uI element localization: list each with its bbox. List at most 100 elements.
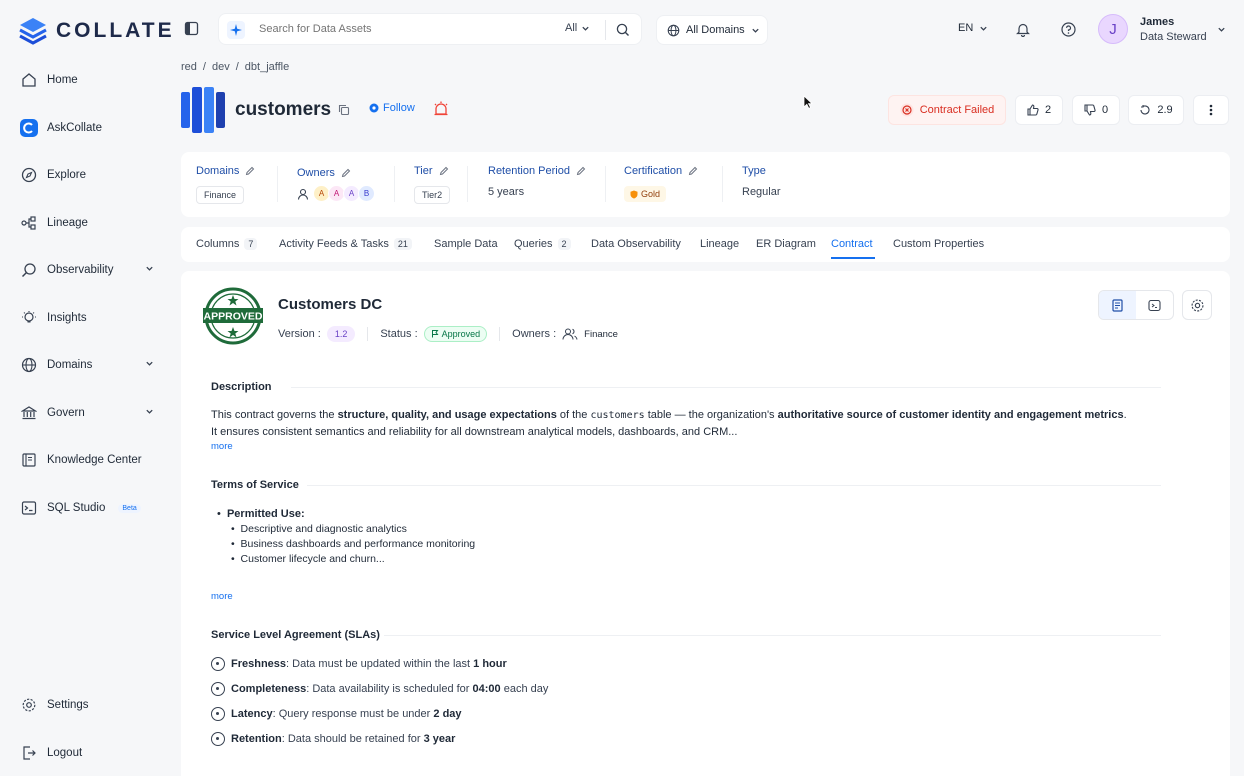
domains-field: Domains Finance xyxy=(196,165,255,204)
domain-selector-label: All Domains xyxy=(686,24,745,36)
tab-contract[interactable]: Contract xyxy=(831,238,873,250)
app-logo-text: COLLATE xyxy=(56,19,175,42)
sidebar-item-knowledge-center[interactable]: Knowledge Center xyxy=(20,446,158,474)
chevron-down-icon[interactable] xyxy=(145,407,154,416)
language-label: EN xyxy=(958,22,974,34)
breadcrumb-item[interactable]: dbt_jaffle xyxy=(245,61,289,73)
follow-button[interactable]: Follow xyxy=(369,102,415,114)
edit-icon[interactable] xyxy=(688,166,698,176)
tab-er-diagram[interactable]: ER Diagram xyxy=(756,238,816,250)
user-name[interactable]: James xyxy=(1140,16,1174,28)
owner-avatar[interactable]: B xyxy=(358,185,375,202)
copy-icon[interactable] xyxy=(338,104,350,116)
chevron-down-icon[interactable] xyxy=(145,264,154,273)
sidebar-item-home[interactable]: Home xyxy=(20,66,158,94)
type-field: Type Regular xyxy=(742,165,781,198)
app-logo[interactable]: COLLATE xyxy=(18,15,175,47)
search-scope-dropdown[interactable]: All xyxy=(565,22,590,34)
domain-chip[interactable]: Finance xyxy=(196,186,245,204)
upvote-button[interactable]: 2 xyxy=(1015,95,1063,125)
contract-failed-icon xyxy=(900,103,914,117)
search-icon[interactable] xyxy=(616,23,630,37)
sla-item-latency: Latency: Query response must be under 2 … xyxy=(211,707,462,721)
breadcrumb: red / dev / dbt_jaffle xyxy=(181,61,289,73)
tab-sample-data[interactable]: Sample Data xyxy=(434,238,498,250)
sla-item-freshness: Freshness: Data must be updated within t… xyxy=(211,657,507,671)
ai-sparkle-icon[interactable] xyxy=(227,21,245,39)
tab-label: Data Observability xyxy=(591,238,681,250)
more-actions-button[interactable] xyxy=(1193,95,1229,125)
status-badge: Approved xyxy=(423,326,488,342)
sidebar-item-label: Domains xyxy=(47,359,93,371)
notifications-button[interactable] xyxy=(1016,22,1030,37)
tab-label: Lineage xyxy=(700,238,740,250)
search-input[interactable] xyxy=(259,23,539,35)
user-avatar[interactable]: J xyxy=(1098,14,1128,44)
tab-data-observability[interactable]: Data Observability xyxy=(591,238,681,250)
user-role: Data Steward xyxy=(1140,31,1207,43)
alarm-icon[interactable] xyxy=(432,100,450,118)
certification-field: Certification Gold xyxy=(624,165,698,202)
help-icon xyxy=(1061,22,1076,37)
tab-columns[interactable]: Columns 7 xyxy=(196,238,258,250)
sidebar-item-domains[interactable]: Domains xyxy=(20,351,158,379)
downvote-button[interactable]: 0 xyxy=(1072,95,1120,125)
domain-selector[interactable]: All Domains xyxy=(656,15,768,45)
certification-chip[interactable]: Gold xyxy=(624,186,667,202)
sidebar-item-observability[interactable]: Observability xyxy=(20,256,158,284)
sidebar-toggle-button[interactable] xyxy=(184,21,199,36)
globe-icon xyxy=(667,24,680,36)
terms-more-link[interactable]: more xyxy=(211,591,233,602)
tab-lineage[interactable]: Lineage xyxy=(700,238,739,250)
edit-icon[interactable] xyxy=(439,166,449,176)
type-value: Regular xyxy=(742,186,781,198)
edit-icon[interactable] xyxy=(341,168,351,178)
divider xyxy=(499,327,501,341)
sidebar-item-label: Knowledge Center xyxy=(47,454,142,466)
user-icon xyxy=(297,188,309,200)
sidebar-item-insights[interactable]: Insights xyxy=(20,304,158,332)
sidebar-item-settings[interactable]: Settings xyxy=(20,691,158,719)
tab-label: ER Diagram xyxy=(756,238,816,250)
retention-period-value: 5 years xyxy=(488,186,525,198)
breadcrumb-item[interactable]: red xyxy=(181,61,197,73)
breadcrumb-item[interactable]: dev xyxy=(212,61,230,73)
edit-icon[interactable] xyxy=(576,166,586,176)
tab-custom-properties[interactable]: Custom Properties xyxy=(893,238,984,250)
sidebar-item-sql-studio[interactable]: SQL Studio Beta xyxy=(20,494,158,522)
tab-queries[interactable]: Queries 2 xyxy=(514,238,571,250)
description-more-link[interactable]: more xyxy=(211,441,233,452)
edit-icon[interactable] xyxy=(245,166,255,176)
tier-field: Tier Tier2 xyxy=(414,165,451,204)
tier-chip[interactable]: Tier2 xyxy=(414,186,451,204)
retention-period-field: Retention Period 5 years xyxy=(488,165,586,198)
tab-count: 7 xyxy=(244,238,258,250)
sidebar-item-askcollate[interactable]: AskCollate xyxy=(20,114,158,142)
sidebar-item-govern[interactable]: Govern xyxy=(20,399,158,427)
version-history-button[interactable]: 2.9 xyxy=(1128,95,1184,125)
beta-badge: Beta xyxy=(118,503,141,513)
divider xyxy=(722,166,723,202)
list-item: • Permitted Use: xyxy=(217,508,305,520)
chevron-down-icon[interactable] xyxy=(1217,25,1226,34)
contract-owner-name[interactable]: Finance xyxy=(584,329,618,340)
globe-icon xyxy=(20,356,38,374)
code-view-button[interactable] xyxy=(1136,291,1173,319)
language-selector[interactable]: EN xyxy=(958,22,988,34)
list-item: • Customer lifecycle and churn... xyxy=(231,553,385,565)
tier-label: Tier xyxy=(414,165,433,177)
document-view-button[interactable] xyxy=(1099,291,1136,319)
chevron-down-icon[interactable] xyxy=(145,359,154,368)
tab-activity-feeds[interactable]: Activity Feeds & Tasks 21 xyxy=(279,238,412,250)
version-number: 2.9 xyxy=(1157,104,1173,116)
sidebar-item-lineage[interactable]: Lineage xyxy=(20,209,158,237)
sidebar-item-logout[interactable]: Logout xyxy=(20,739,158,767)
contract-status-button[interactable]: Contract Failed xyxy=(888,95,1006,125)
terms-heading: Terms of Service xyxy=(211,479,299,491)
sidebar-item-explore[interactable]: Explore xyxy=(20,161,158,189)
help-button[interactable] xyxy=(1061,22,1076,37)
contract-title: Customers DC xyxy=(278,296,383,313)
contract-settings-button[interactable] xyxy=(1182,290,1212,320)
sidebar-item-label: SQL Studio xyxy=(47,502,106,514)
home-icon xyxy=(20,71,38,89)
